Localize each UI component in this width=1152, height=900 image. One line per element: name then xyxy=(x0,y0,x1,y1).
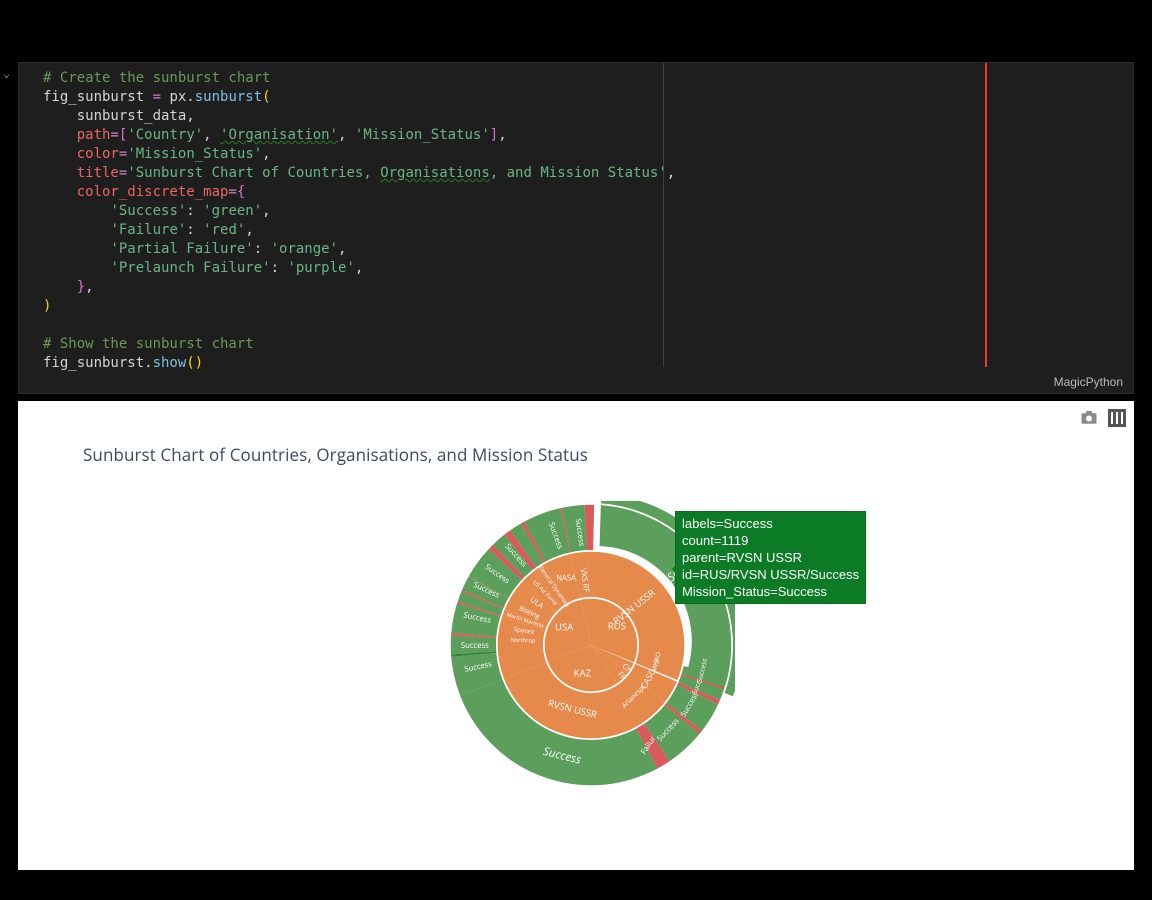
svg-text:KAZ: KAZ xyxy=(574,667,592,680)
chart-tooltip: labels=Success count=1119 parent=RVSN US… xyxy=(675,511,866,604)
svg-text:Success: Success xyxy=(461,641,489,651)
code-editor[interactable]: ⌄ # Create the sunburst chart fig_sunbur… xyxy=(18,62,1134,394)
output-panel: Sunburst Chart of Countries, Organisatio… xyxy=(18,401,1134,870)
svg-text:USA: USA xyxy=(555,621,574,634)
code-comment: # Create the sunburst chart xyxy=(43,70,271,86)
code-comment: # Show the sunburst chart xyxy=(43,336,254,352)
svg-text:NASA: NASA xyxy=(556,574,576,584)
sunburst-chart[interactable]: RUS USA KAZ CHN FRA RVSN USSR VKS RF NAS… xyxy=(18,401,1134,870)
svg-text:Northrop: Northrop xyxy=(510,636,536,645)
language-mode-label[interactable]: MagicPython xyxy=(1054,375,1123,389)
code-block[interactable]: # Create the sunburst chart fig_sunburst… xyxy=(43,69,1127,373)
fold-chevron-icon[interactable]: ⌄ xyxy=(3,66,10,80)
